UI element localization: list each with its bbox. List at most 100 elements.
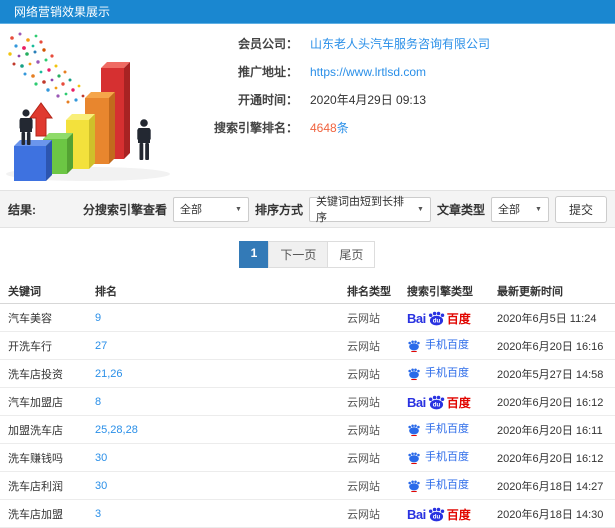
- keyword-cell: 洗车店利润: [8, 480, 63, 493]
- page-1-button[interactable]: 1: [238, 241, 270, 268]
- col-header-engine-type: 搜索引擎类型: [407, 285, 473, 298]
- info-row-company: 会员公司： 山东老人头汽车服务咨询有限公司: [180, 36, 615, 52]
- mobile-baidu-paw-icon: [408, 424, 420, 436]
- mobile-baidu-paw-icon: [408, 480, 420, 492]
- growth-bar-chart-illustration: [0, 24, 180, 184]
- rank-type-cell: 云网站: [347, 424, 380, 437]
- col-header-update-time: 最新更新时间: [497, 285, 563, 298]
- info-row-open-time: 开通时间： 2020年4月29日 09:13: [180, 92, 615, 108]
- baidu-paw-icon: du: [428, 507, 444, 521]
- app-header: 网络营销效果展示: [0, 0, 615, 24]
- engine-filter-select[interactable]: 全部 ▼: [172, 196, 249, 222]
- mobile-baidu-paw-icon: [408, 340, 420, 352]
- rank-type-cell: 云网站: [347, 396, 380, 409]
- info-row-rank-count: 搜索引擎排名： 4648条: [180, 120, 615, 136]
- baidu-paw-icon: du: [428, 395, 444, 409]
- last-page-button[interactable]: 尾页: [327, 241, 376, 268]
- svg-text:du: du: [432, 513, 440, 520]
- svg-text:du: du: [432, 401, 440, 408]
- table-row: 洗车店投资 21,26 云网站 手机百度 2020年5月27日 14:58: [0, 360, 615, 388]
- mobile-baidu-paw-icon: [408, 368, 420, 380]
- rank-type-cell: 云网站: [347, 368, 380, 381]
- baidu-logo: Bai du 百度: [407, 506, 471, 522]
- rank-link[interactable]: 30: [95, 480, 107, 492]
- chevron-down-icon: ▼: [535, 205, 542, 213]
- update-time-cell: 2020年5月27日 14:58: [497, 368, 604, 381]
- update-time-cell: 2020年6月20日 16:16: [497, 340, 604, 353]
- bar-chart-image: [6, 32, 170, 181]
- engine-filter-label: 分搜索引擎查看: [82, 202, 167, 217]
- mobile-baidu-logo: 手机百度: [407, 451, 469, 465]
- rank-link[interactable]: 25,28,28: [95, 424, 138, 436]
- table-row: 开洗车行 27 云网站 手机百度 2020年6月20日 16:16: [0, 332, 615, 360]
- submit-button[interactable]: 提交: [554, 195, 607, 223]
- next-page-button[interactable]: 下一页: [268, 241, 329, 268]
- table-row: 汽车加盟店 8 云网站 Bai du 百度 2020年6月20日 16:12: [0, 388, 615, 416]
- rank-link[interactable]: 27: [95, 340, 107, 352]
- sort-filter-label: 排序方式: [254, 202, 303, 217]
- rank-link[interactable]: 9: [95, 312, 101, 324]
- rank-count-unit: 条: [336, 121, 349, 135]
- table-header-row: 关键词 排名 排名类型 搜索引擎类型 最新更新时间: [0, 278, 615, 304]
- update-time-cell: 2020年6月20日 16:11: [497, 424, 603, 437]
- keyword-cell: 开洗车行: [8, 340, 52, 353]
- article-type-label: 文章类型: [436, 202, 485, 217]
- mobile-baidu-paw-icon: [408, 452, 420, 464]
- company-name-link[interactable]: 山东老人头汽车服务咨询有限公司: [310, 37, 490, 51]
- mobile-baidu-logo: 手机百度: [407, 423, 469, 437]
- col-header-keyword: 关键词: [8, 285, 41, 298]
- baidu-paw-icon: du: [428, 311, 444, 325]
- rank-type-cell: 云网站: [347, 340, 380, 353]
- page-title: 网络营销效果展示: [14, 5, 111, 19]
- sort-filter-value: 关键词由短到长排序: [315, 196, 404, 224]
- keyword-cell: 洗车店投资: [8, 368, 63, 381]
- open-time-label: 开通时间：: [237, 93, 298, 107]
- chevron-down-icon: ▼: [235, 205, 242, 213]
- mobile-baidu-logo: 手机百度: [407, 479, 469, 493]
- pagination: 1 下一页 尾页: [0, 241, 615, 268]
- col-header-rank-type: 排名类型: [347, 285, 391, 298]
- rank-link[interactable]: 3: [95, 508, 101, 520]
- info-section: 会员公司： 山东老人头汽车服务咨询有限公司 推广地址： https://www.…: [0, 24, 615, 190]
- rank-type-cell: 云网站: [347, 480, 380, 493]
- update-time-cell: 2020年6月5日 11:24: [497, 312, 597, 325]
- chevron-down-icon: ▼: [417, 205, 424, 213]
- keyword-cell: 汽车加盟店: [8, 396, 63, 409]
- info-row-url: 推广地址： https://www.lrtlsd.com: [180, 64, 615, 80]
- table-row: 汽车美容 9 云网站 Bai du 百度 2020年6月5日 11:24: [0, 304, 615, 332]
- promo-url-label: 推广地址：: [237, 65, 298, 79]
- baidu-logo: Bai du 百度: [407, 394, 471, 410]
- keyword-cell: 加盟洗车店: [8, 424, 63, 437]
- rank-link[interactable]: 30: [95, 452, 107, 464]
- sort-filter-select[interactable]: 关键词由短到长排序 ▼: [308, 196, 431, 224]
- result-label: 结果:: [8, 202, 36, 217]
- article-type-select[interactable]: 全部 ▼: [490, 196, 549, 222]
- update-time-cell: 2020年6月18日 14:27: [497, 480, 604, 493]
- table-row: 洗车赚钱吗 30 云网站 手机百度 2020年6月20日 16:12: [0, 444, 615, 472]
- mobile-baidu-logo: 手机百度: [407, 339, 469, 353]
- engine-rank-label: 搜索引擎排名：: [213, 121, 298, 135]
- engine-filter-value: 全部: [179, 204, 202, 216]
- mobile-baidu-logo: 手机百度: [407, 367, 469, 381]
- table-row: 加盟洗车店 25,28,28 云网站 手机百度 2020年6月20日 16:11: [0, 416, 615, 444]
- keyword-cell: 洗车店加盟: [8, 508, 63, 521]
- company-label: 会员公司：: [237, 37, 298, 51]
- keyword-cell: 汽车美容: [8, 312, 52, 325]
- table-row: 洗车店加盟 3 云网站 Bai du 百度 2020年6月18日 14:30: [0, 500, 615, 528]
- rank-type-cell: 云网站: [347, 508, 380, 521]
- update-time-cell: 2020年6月18日 14:30: [497, 508, 604, 521]
- company-info-list: 会员公司： 山东老人头汽车服务咨询有限公司 推广地址： https://www.…: [180, 24, 615, 190]
- rank-count-value: 4648: [310, 121, 337, 135]
- rank-link[interactable]: 21,26: [95, 368, 123, 380]
- promo-url-link[interactable]: https://www.lrtlsd.com: [310, 65, 426, 79]
- svg-text:du: du: [432, 317, 440, 324]
- filter-controls: 分搜索引擎查看 全部 ▼ 排序方式 关键词由短到长排序 ▼ 文章类型 全部 ▼ …: [82, 195, 607, 224]
- keyword-cell: 洗车赚钱吗: [8, 452, 63, 465]
- update-time-cell: 2020年6月20日 16:12: [497, 452, 604, 465]
- article-type-value: 全部: [497, 204, 520, 216]
- baidu-logo: Bai du 百度: [407, 310, 471, 326]
- table-row: 洗车店利润 30 云网站 手机百度 2020年6月18日 14:27: [0, 472, 615, 500]
- rank-link[interactable]: 8: [95, 396, 101, 408]
- keyword-rank-table: 关键词 排名 排名类型 搜索引擎类型 最新更新时间 汽车美容 9 云网站 Bai…: [0, 278, 615, 528]
- rank-type-cell: 云网站: [347, 452, 380, 465]
